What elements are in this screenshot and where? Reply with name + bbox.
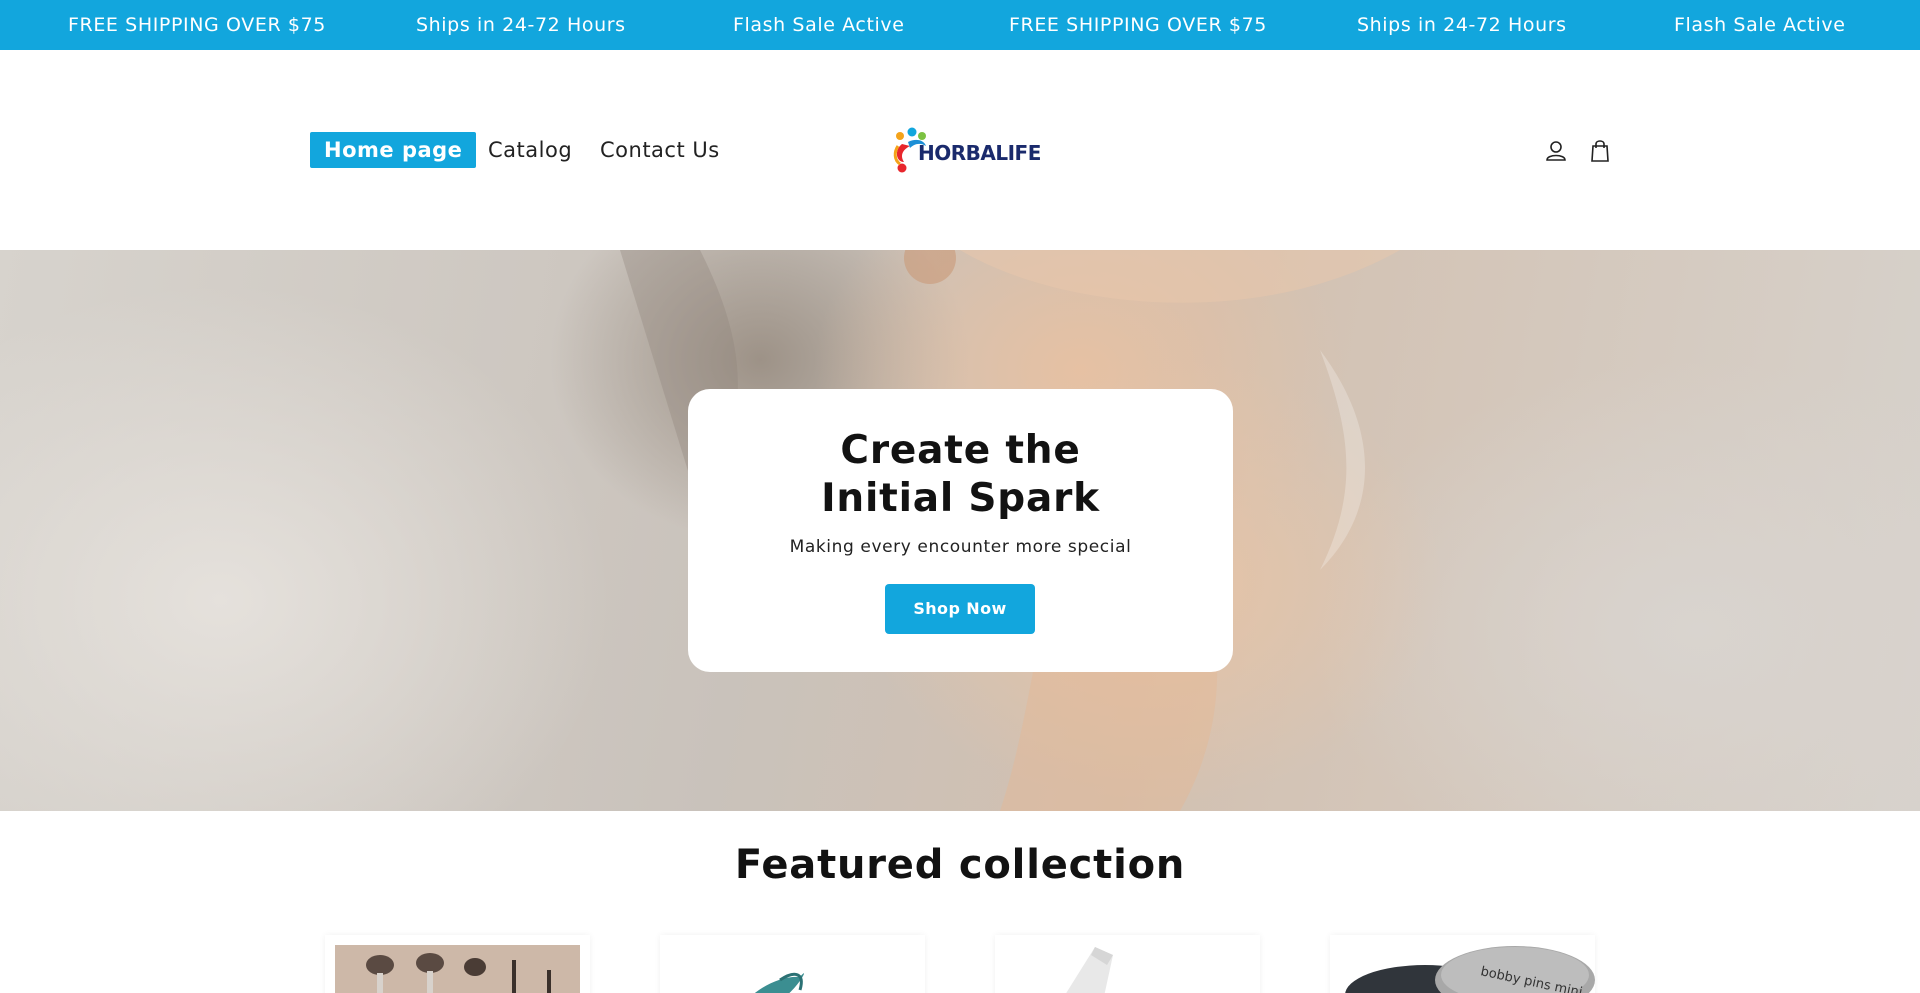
announcement-item: Ships in 24-72 Hours	[416, 14, 626, 36]
product-card[interactable]	[660, 935, 925, 993]
announcement-item: Flash Sale Active	[1674, 14, 1846, 36]
cart-icon[interactable]	[1585, 136, 1615, 166]
site-header: Home page Catalog Contact Us HORBALIFE	[0, 50, 1920, 250]
product-card[interactable]	[325, 935, 590, 993]
announcement-item: Flash Sale Active	[733, 14, 905, 36]
hero-title: Create the Initial Spark	[821, 428, 1100, 521]
announcement-bar: FREE SHIPPING OVER $75 Ships in 24-72 Ho…	[0, 0, 1920, 50]
announcement-item: FREE SHIPPING OVER $75	[68, 14, 326, 36]
hero-banner: Create the Initial Spark Making every en…	[0, 250, 1920, 811]
brand-logo[interactable]: HORBALIFE	[892, 122, 1041, 178]
white-bottle-image	[1066, 947, 1113, 993]
logo-text: HORBALIFE	[918, 141, 1041, 165]
makeup-brushes-image	[335, 945, 580, 993]
announcement-item: Ships in 24-72 Hours	[1357, 14, 1567, 36]
nav-catalog[interactable]: Catalog	[488, 132, 572, 168]
shop-now-button[interactable]: Shop Now	[885, 584, 1035, 634]
hero-card: Create the Initial Spark Making every en…	[688, 389, 1233, 672]
product-card[interactable]	[995, 935, 1260, 993]
product-card[interactable]: bobby pins mini	[1330, 935, 1595, 993]
nav-contact[interactable]: Contact Us	[600, 132, 720, 168]
bobby-pins-tin-image: bobby pins mini	[1345, 946, 1595, 993]
nav-home[interactable]: Home page	[310, 132, 477, 168]
hero-subtitle: Making every encounter more special	[789, 537, 1132, 557]
announcement-item: FREE SHIPPING OVER $75	[1009, 14, 1267, 36]
teal-hair-clip-image	[755, 972, 804, 993]
featured-collection-title: Featured collection	[734, 842, 1186, 888]
account-icon[interactable]	[1541, 136, 1571, 166]
